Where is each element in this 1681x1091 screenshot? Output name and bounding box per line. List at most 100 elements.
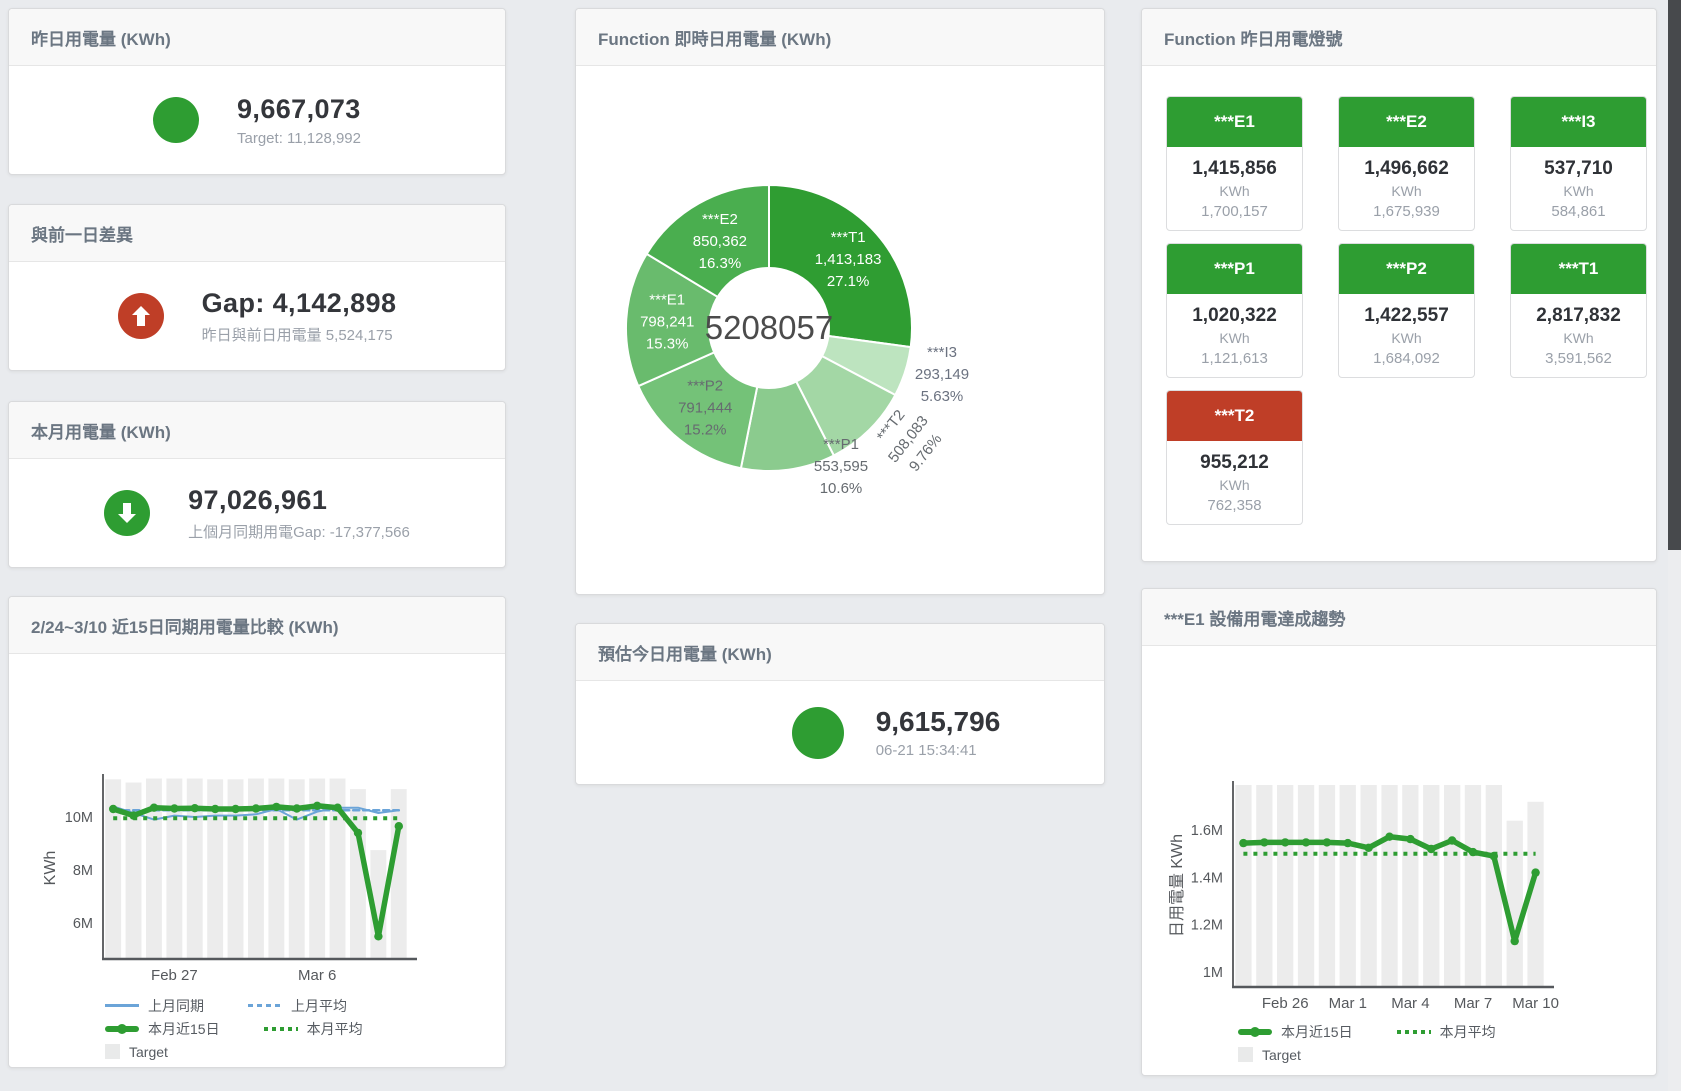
target-bar	[126, 783, 142, 959]
legend-label: 本月平均	[307, 1019, 363, 1039]
legend-swatch-thick-icon	[1238, 1029, 1272, 1035]
donut-slice-label: ***P2	[687, 378, 723, 395]
target-bar	[1340, 785, 1356, 986]
yesterday-usage-value: 9,667,073	[237, 94, 361, 125]
device-tile-i3[interactable]: ***I3 537,710 KWh 584,861	[1510, 96, 1647, 231]
series-marker	[313, 802, 321, 810]
device-tile-p1[interactable]: ***P1 1,020,322 KWh 1,121,613	[1166, 243, 1303, 378]
series-marker	[1364, 844, 1372, 852]
legend-swatch-dashed-icon	[248, 1004, 282, 1007]
donut-slice-label: 10.6%	[820, 480, 863, 497]
target-bar	[1507, 821, 1523, 986]
day-gap-card: 與前一日差異 Gap: 4,142,898 昨日與前日用電量 5,524,175	[8, 204, 506, 371]
day-gap-value: Gap: 4,142,898	[202, 288, 397, 319]
device-unit: KWh	[1167, 330, 1302, 346]
y-tick-label: 1.6M	[1191, 823, 1223, 839]
device-value: 537,710	[1511, 158, 1646, 180]
donut-slice-label: 15.3%	[646, 336, 689, 353]
donut-slice-label: 798,241	[640, 314, 694, 331]
legend-item[interactable]: 上月平均	[248, 996, 347, 1016]
device-tile-header: ***T2	[1167, 391, 1302, 441]
legend-item[interactable]: Target	[105, 1044, 168, 1060]
realtime-donut-chart[interactable]: ***T11,413,18327.1%***I3293,1495.63%***T…	[576, 66, 1102, 590]
device-unit: KWh	[1339, 183, 1474, 199]
comparison-chart-title: 2/24~3/10 近15日同期用電量比較 (KWh)	[9, 597, 505, 654]
series-marker	[211, 805, 219, 813]
device-tile-t2[interactable]: ***T2 955,212 KWh 762,358	[1166, 390, 1303, 525]
green-status-circle-icon	[792, 707, 844, 759]
device-tile-e2[interactable]: ***E2 1,496,662 KWh 1,675,939	[1338, 96, 1475, 231]
series-marker	[1531, 868, 1539, 876]
target-bar	[1319, 785, 1335, 986]
target-bar	[1444, 785, 1460, 986]
device-tile-p2[interactable]: ***P2 1,422,557 KWh 1,684,092	[1338, 243, 1475, 378]
estimate-card-title: 預估今日用電量 (KWh)	[576, 624, 1104, 681]
device-value: 1,415,856	[1167, 158, 1302, 180]
legend-item[interactable]: 本月平均	[264, 1019, 363, 1039]
target-bar	[1298, 785, 1314, 986]
day-gap-card-body: Gap: 4,142,898 昨日與前日用電量 5,524,175	[9, 262, 505, 370]
x-tick-label: Mar 10	[1512, 995, 1559, 1012]
device-tile-header: ***P2	[1339, 244, 1474, 294]
legend-label: 本月近15日	[1281, 1022, 1353, 1042]
donut-slice-label: 5.63%	[921, 388, 964, 405]
device-target: 3,591,562	[1511, 350, 1646, 367]
trend-chart-title: ***E1 設備用電達成趨勢	[1142, 589, 1656, 646]
y-axis-title: 日用電量 KWh	[1169, 834, 1186, 937]
legend-item[interactable]: 本月近15日	[105, 1019, 220, 1039]
legend-label: Target	[129, 1044, 168, 1060]
series-marker	[1511, 937, 1519, 945]
series-marker	[1323, 838, 1331, 846]
legend-label: 上月同期	[148, 996, 204, 1016]
x-tick-label: Mar 1	[1329, 995, 1367, 1012]
month-usage-card: 本月用電量 (KWh) 97,026,961 上個月同期用電Gap: -17,3…	[8, 401, 506, 568]
legend-item[interactable]: Target	[1238, 1047, 1301, 1063]
series-marker	[1490, 852, 1498, 860]
yesterday-usage-target: Target: 11,128,992	[237, 130, 361, 147]
target-bar	[1381, 785, 1397, 986]
donut-slice-label: ***T1	[831, 229, 866, 246]
y-tick-label: 1.2M	[1191, 918, 1223, 934]
trend-line-chart[interactable]: 1M1.2M1.4M1.6M日用電量 KWhFeb 26Mar 1Mar 4Ma…	[1142, 646, 1654, 1018]
series-marker	[109, 805, 117, 813]
donut-slice-label: 553,595	[814, 458, 868, 475]
legend-item[interactable]: 本月平均	[1397, 1022, 1496, 1042]
comparison-line-chart[interactable]: 6M8M10MKWhFeb 27Mar 6	[9, 654, 503, 992]
device-value: 1,422,557	[1339, 305, 1474, 327]
device-tile-t1[interactable]: ***T1 2,817,832 KWh 3,591,562	[1510, 243, 1647, 378]
donut-slice-label: 293,149	[915, 366, 969, 383]
device-target: 584,861	[1511, 203, 1646, 220]
estimate-value: 9,615,796	[876, 706, 1001, 738]
series-marker	[1469, 848, 1477, 856]
donut-slice-label: 16.3%	[699, 255, 742, 272]
donut-slice-label: ***E2	[702, 211, 738, 228]
series-marker	[1239, 839, 1247, 847]
device-tiles-grid: ***E1 1,415,856 KWh 1,700,157 ***E2 1,49…	[1142, 66, 1656, 525]
target-bar	[1423, 785, 1439, 986]
yesterday-card-title: 昨日用電量 (KWh)	[9, 9, 505, 66]
target-bar	[1465, 785, 1481, 986]
series-marker	[231, 805, 239, 813]
legend-item[interactable]: 上月同期	[105, 996, 204, 1016]
trend-chart-legend: 本月近15日 本月平均 Target	[1238, 1020, 1656, 1066]
donut-slice-label: ***I3	[927, 344, 957, 361]
device-tile-header: ***P1	[1167, 244, 1302, 294]
device-tile-e1[interactable]: ***E1 1,415,856 KWh 1,700,157	[1166, 96, 1303, 231]
y-tick-label: 6M	[73, 916, 93, 932]
estimate-card: 預估今日用電量 (KWh) 9,615,796 06-21 15:34:41	[575, 623, 1105, 785]
series-marker	[1260, 838, 1268, 846]
scrollbar-thumb[interactable]	[1668, 0, 1681, 550]
target-bar	[391, 789, 407, 958]
scrollbar[interactable]	[1668, 0, 1681, 1091]
series-marker	[293, 804, 301, 812]
legend-swatch-square-icon	[105, 1044, 120, 1059]
series-marker	[1344, 839, 1352, 847]
legend-swatch-line-icon	[105, 1004, 139, 1007]
series-marker	[1302, 838, 1310, 846]
legend-swatch-dotted-icon	[264, 1027, 298, 1031]
comparison-chart-legend: 上月同期 上月平均本月近15日 本月平均 Target	[105, 994, 505, 1063]
y-axis-title: KWh	[42, 851, 59, 886]
device-tile-header: ***I3	[1511, 97, 1646, 147]
legend-item[interactable]: 本月近15日	[1238, 1022, 1353, 1042]
device-tile-header: ***T1	[1511, 244, 1646, 294]
